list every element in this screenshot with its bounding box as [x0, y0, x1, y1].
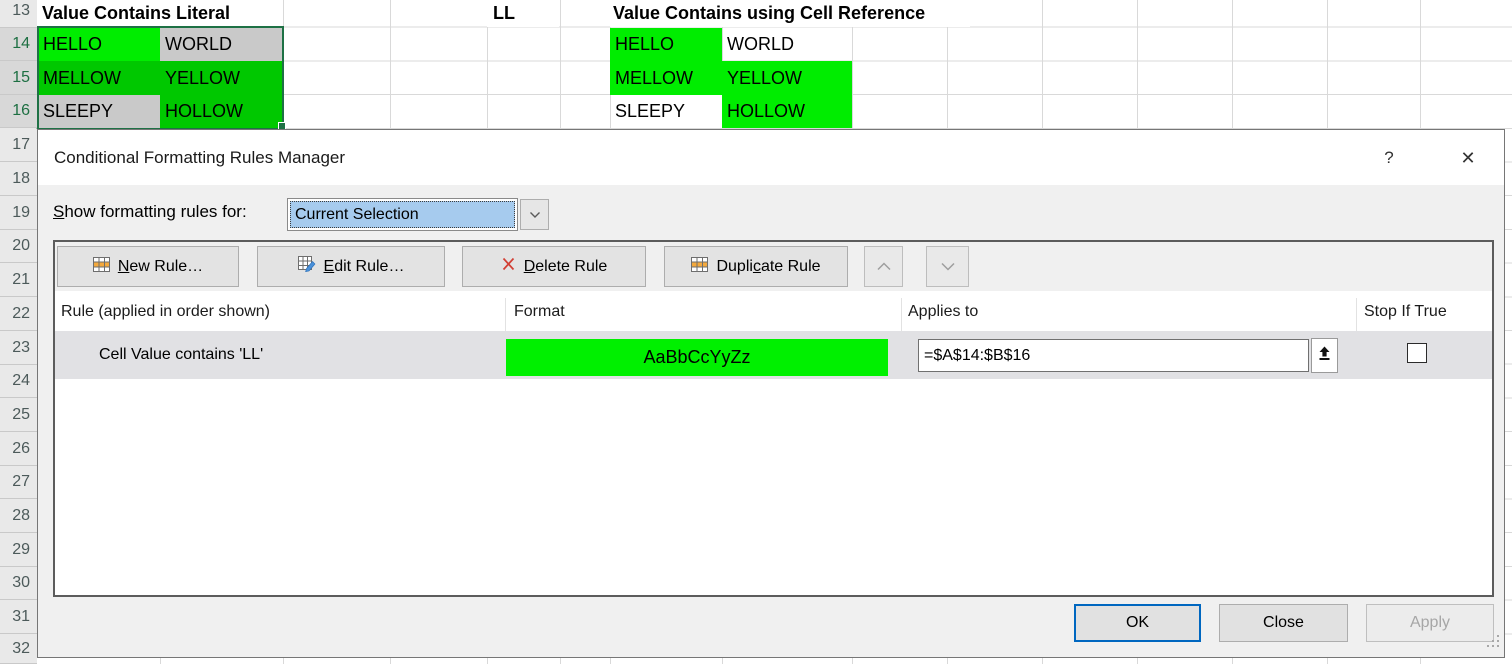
- cell-right-mellow[interactable]: MELLOW: [610, 61, 722, 95]
- cell-ll-label[interactable]: LL: [487, 0, 559, 27]
- column-header-stop-if-true: Stop If True: [1364, 303, 1447, 321]
- applies-to-input[interactable]: [918, 339, 1309, 372]
- cell-a14[interactable]: HELLO: [38, 28, 160, 61]
- apply-button[interactable]: Apply: [1366, 604, 1494, 642]
- row-header-24[interactable]: 24: [0, 365, 37, 398]
- row-header-16[interactable]: 16: [0, 95, 37, 128]
- row-header-20[interactable]: 20: [0, 230, 37, 263]
- column-separator: [1356, 298, 1357, 331]
- duplicate-rule-button[interactable]: Duplicate Rule: [664, 246, 848, 287]
- row-header-29[interactable]: 29: [0, 533, 37, 567]
- column-header-applies-to: Applies to: [908, 303, 978, 321]
- cell-right-world[interactable]: WORLD: [722, 28, 852, 61]
- cell-right-yellow[interactable]: YELLOW: [722, 61, 852, 95]
- stop-if-true-checkbox[interactable]: [1407, 343, 1427, 363]
- cell-b15[interactable]: YELLOW: [160, 61, 283, 95]
- ok-button[interactable]: OK: [1074, 604, 1201, 642]
- show-rules-label: Show formatting rules for:: [53, 202, 247, 222]
- row-header-32[interactable]: 32: [0, 634, 37, 664]
- column-header-rule: Rule (applied in order shown): [61, 303, 270, 321]
- cf-rules-manager-dialog: Conditional Formatting Rules Manager ? ✕…: [37, 129, 1505, 658]
- chevron-down-icon: [529, 206, 541, 224]
- edit-rule-button[interactable]: Edit Rule…: [257, 246, 445, 287]
- cell-a13-literal-title[interactable]: Value Contains Literal: [38, 0, 282, 27]
- column-separator: [901, 298, 902, 331]
- row-header-23[interactable]: 23: [0, 331, 37, 365]
- new-rule-label: New Rule…: [118, 258, 203, 276]
- new-rule-button[interactable]: New Rule…: [57, 246, 239, 287]
- rules-toolbar: New Rule… Edit Rule… Delete Rule Duplica…: [55, 242, 1492, 291]
- resize-grip[interactable]: [1486, 635, 1500, 654]
- row-header-13[interactable]: 13: [0, 0, 37, 28]
- cell-cellref-title[interactable]: Value Contains using Cell Reference: [610, 0, 970, 27]
- cell-right-hollow[interactable]: HOLLOW: [722, 95, 852, 128]
- column-header-format: Format: [514, 303, 565, 321]
- rules-scope-combobox[interactable]: Current Selection: [287, 198, 587, 232]
- delete-rule-button[interactable]: Delete Rule: [462, 246, 646, 287]
- rules-panel: New Rule… Edit Rule… Delete Rule Duplica…: [53, 240, 1494, 597]
- rules-scope-dropdown-button[interactable]: [520, 199, 549, 230]
- row-header-18[interactable]: 18: [0, 162, 37, 196]
- duplicate-rule-grid-icon: [691, 257, 708, 277]
- delete-rule-x-icon: [501, 257, 516, 276]
- row-header-15[interactable]: 15: [0, 61, 37, 95]
- cell-b14[interactable]: WORLD: [160, 28, 283, 61]
- rules-scope-value-box[interactable]: Current Selection: [287, 198, 518, 231]
- edit-rule-pencil-icon: [298, 256, 316, 277]
- chevron-up-icon: [876, 258, 892, 276]
- cell-right-hello[interactable]: HELLO: [610, 28, 722, 61]
- delete-rule-label: Delete Rule: [524, 258, 608, 276]
- dialog-titlebar[interactable]: Conditional Formatting Rules Manager ? ✕: [38, 130, 1504, 185]
- row-header-28[interactable]: 28: [0, 499, 37, 533]
- row-header-25[interactable]: 25: [0, 398, 37, 432]
- close-button[interactable]: Close: [1219, 604, 1348, 642]
- cell-a16[interactable]: SLEEPY: [38, 95, 160, 128]
- new-rule-grid-icon: [93, 257, 110, 277]
- column-separator: [505, 298, 506, 331]
- row-header-27[interactable]: 27: [0, 466, 37, 499]
- cell-a15[interactable]: MELLOW: [38, 61, 160, 95]
- row-header-14[interactable]: 14: [0, 28, 37, 61]
- edit-rule-label: Edit Rule…: [324, 258, 405, 276]
- collapse-dialog-button[interactable]: [1311, 338, 1338, 373]
- move-rule-up-button[interactable]: [864, 246, 903, 287]
- collapse-range-arrow-icon: [1318, 346, 1331, 366]
- row-header-26[interactable]: 26: [0, 432, 37, 466]
- rules-scope-selected-text: Current Selection: [290, 201, 515, 228]
- row-header-19[interactable]: 19: [0, 196, 37, 230]
- close-dialog-button[interactable]: ✕: [1454, 144, 1482, 172]
- duplicate-rule-label: Duplicate Rule: [716, 258, 820, 276]
- move-rule-down-button[interactable]: [926, 246, 969, 287]
- row-header-17[interactable]: 17: [0, 129, 37, 162]
- chevron-down-icon: [940, 258, 956, 276]
- rule-description: Cell Value contains 'LL': [99, 331, 263, 379]
- row-header-30[interactable]: 30: [0, 567, 37, 600]
- rule-row-selected[interactable]: Cell Value contains 'LL' AaBbCcYyZz: [55, 331, 1492, 379]
- dialog-title: Conditional Formatting Rules Manager: [54, 148, 345, 168]
- row-header-31[interactable]: 31: [0, 600, 37, 634]
- cell-right-sleepy[interactable]: SLEEPY: [610, 95, 722, 128]
- help-button[interactable]: ?: [1375, 144, 1403, 172]
- rule-format-preview: AaBbCcYyZz: [506, 339, 888, 376]
- row-header-21[interactable]: 21: [0, 263, 37, 297]
- row-header-22[interactable]: 22: [0, 297, 37, 331]
- cell-b16[interactable]: HOLLOW: [160, 95, 283, 128]
